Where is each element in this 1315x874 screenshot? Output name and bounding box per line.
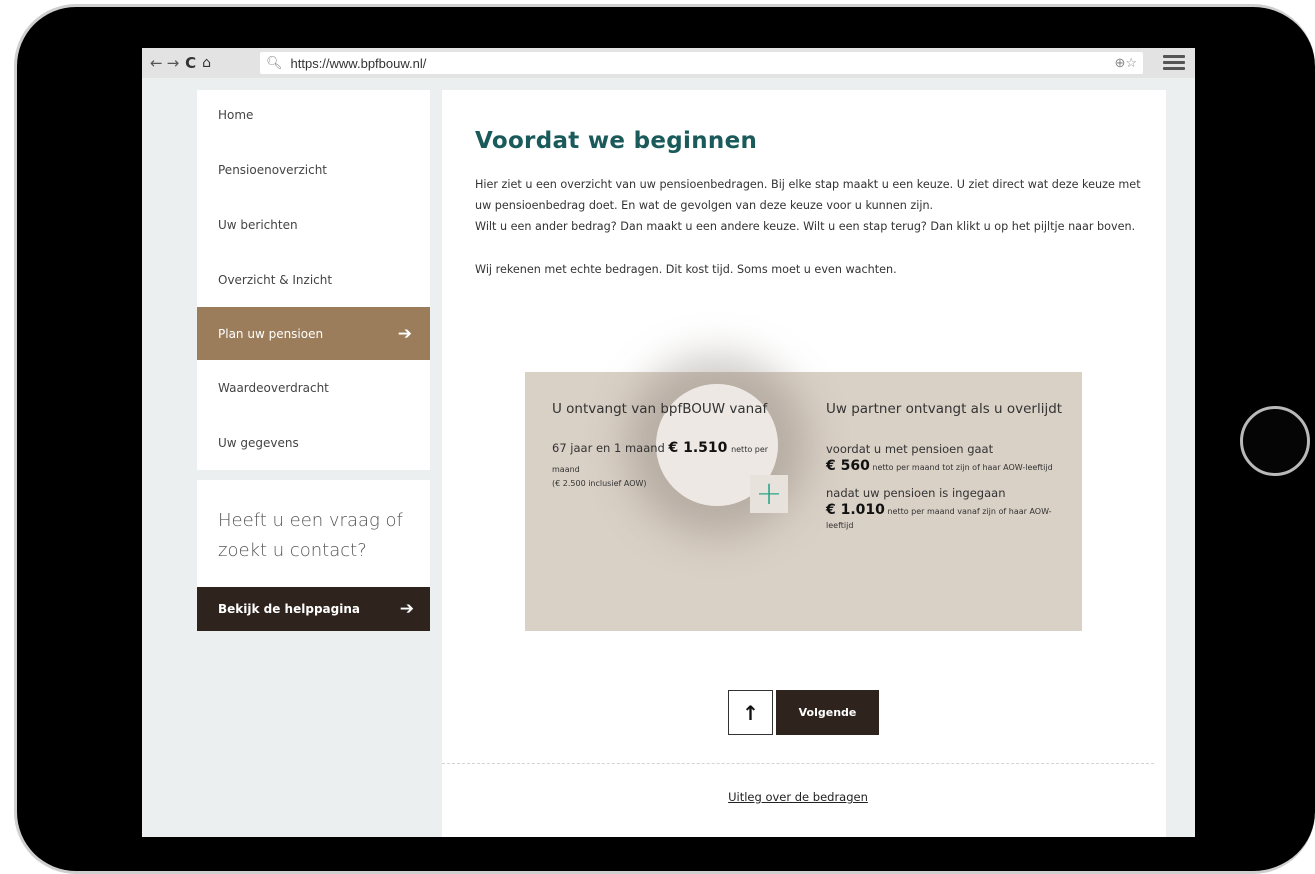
sidebar-item-gegevens[interactable]: Uw gegevens	[197, 415, 430, 470]
browser-toolbar: ← → C ⌂ 🔍︎ https://www.bpfbouw.nl/ ⊕☆	[142, 48, 1195, 78]
before-retirement-label: voordat u met pensioen gaat	[826, 442, 994, 456]
browser-menu-icon[interactable]	[1163, 55, 1185, 71]
reload-icon[interactable]: C	[185, 54, 196, 72]
intro-paragraph: Hier ziet u een overzicht van uw pensioe…	[475, 178, 1141, 212]
sidebar-item-label: Uw gegevens	[218, 435, 299, 450]
back-icon[interactable]: ←	[150, 54, 163, 72]
intro-paragraph: Wilt u een ander bedrag? Dan maakt u een…	[475, 220, 1136, 233]
bookmark-star-icon[interactable]: ⊕☆	[1114, 55, 1137, 71]
sidebar-item-berichten[interactable]: Uw berichten	[197, 197, 430, 252]
before-retirement-amount: € 560	[826, 458, 870, 474]
address-bar[interactable]: 🔍︎ https://www.bpfbouw.nl/ ⊕☆	[260, 52, 1143, 74]
page: Home Pensioenoverzicht Uw berichten Over…	[142, 78, 1195, 837]
sidebar-item-label: Home	[218, 108, 254, 122]
sidebar-item-home[interactable]: Home	[197, 90, 430, 142]
arrow-up-icon: ↑	[742, 700, 759, 725]
sidebar-item-label: Waardeoverdracht	[218, 380, 329, 395]
sidebar-item-plan-pensioen[interactable]: Plan uw pensioen ➔	[197, 307, 430, 360]
step-back-button[interactable]: ↑	[728, 690, 773, 735]
sidebar-item-label: Overzicht & Inzicht	[218, 272, 333, 287]
help-page-button-label: Bekijk de helppagina	[218, 602, 360, 616]
intro-paragraph: Wij rekenen met echte bedragen. Dit kost…	[475, 263, 897, 276]
after-retirement-amount: € 1.010	[826, 502, 885, 518]
intro-text: Hier ziet u een overzicht van uw pensioe…	[475, 174, 1155, 280]
search-icon: 🔍︎	[266, 55, 283, 70]
divider	[442, 763, 1154, 764]
sidebar-item-label: Pensioenoverzicht	[218, 162, 328, 177]
sidebar: Home Pensioenoverzicht Uw berichten Over…	[197, 90, 430, 631]
retirement-age: 67 jaar en 1 maand	[552, 441, 665, 455]
sidebar-item-label: Uw berichten	[218, 217, 298, 232]
expand-plus-button[interactable]: +	[750, 475, 788, 513]
sidebar-item-pensioenoverzicht[interactable]: Pensioenoverzicht	[197, 142, 430, 197]
partner-pension-column: Uw partner ontvangt als u overlijdt voor…	[826, 401, 1076, 541]
help-page-button[interactable]: Bekijk de helppagina ➔	[197, 587, 430, 631]
help-prompt: Heeft u een vraag of zoekt u contact?	[197, 480, 430, 587]
main-content: Voordat we beginnen Hier ziet u een over…	[442, 90, 1166, 837]
screen: ← → C ⌂ 🔍︎ https://www.bpfbouw.nl/ ⊕☆ Ho…	[142, 48, 1195, 837]
after-retirement-label: nadat uw pensioen is ingegaan	[826, 486, 1006, 500]
home-icon[interactable]: ⌂	[202, 55, 211, 71]
sidebar-item-waardeoverdracht[interactable]: Waardeoverdracht	[197, 360, 430, 415]
arrow-right-icon: ➔	[399, 599, 414, 619]
sidebar-item-label: Plan uw pensioen	[218, 326, 324, 341]
arrow-right-icon: ➔	[397, 323, 412, 344]
sidebar-item-overzicht-inzicht[interactable]: Overzicht & Inzicht	[197, 252, 430, 307]
page-title: Voordat we beginnen	[475, 128, 758, 154]
tablet-home-button[interactable]	[1240, 406, 1310, 476]
partner-pension-heading: Uw partner ontvangt als u overlijdt	[826, 401, 1063, 417]
next-button[interactable]: Volgende	[776, 690, 879, 735]
own-pension-amount: € 1.510	[668, 440, 728, 456]
url-text: https://www.bpfbouw.nl/	[290, 55, 427, 71]
before-retirement-unit: netto per maand tot zijn of haar AOW-lee…	[872, 463, 1053, 472]
pension-summary-box: U ontvangt van bpfBOUW vanaf 67 jaar en …	[525, 372, 1082, 631]
forward-icon[interactable]: →	[167, 54, 180, 72]
own-pension-heading: U ontvangt van bpfBOUW vanaf	[552, 401, 768, 417]
explain-amounts-link[interactable]: Uitleg over de bedragen	[442, 790, 1154, 804]
